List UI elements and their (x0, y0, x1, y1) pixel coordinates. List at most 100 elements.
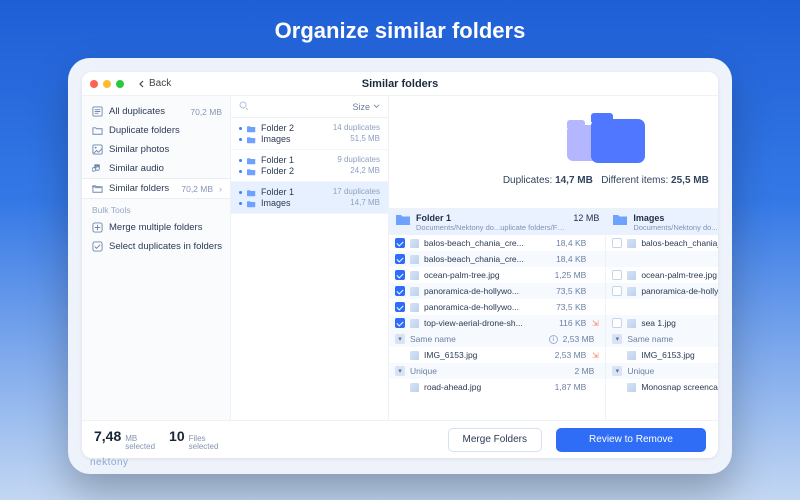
chevron-right-icon: › (219, 184, 222, 194)
file-row[interactable]: panoramica-de-hollywo...73,5 KB (389, 283, 605, 299)
file-name: IMG_6153.jpg (641, 350, 718, 360)
pair-dup-count: 17 duplicates (333, 187, 380, 196)
file-name: panoramica-de-hollywo... (424, 286, 551, 296)
group-same-name[interactable]: ▾Same namei2,53 MB (389, 331, 605, 347)
bulk-tool-merge-multiple-folders[interactable]: Merge multiple folders (82, 218, 230, 237)
caret-down-icon: ▾ (612, 334, 622, 344)
column-folder-path: Documents/Nektony do...uplicate folders/… (633, 223, 718, 232)
file-row[interactable]: balos-beach_chania_cre...18,4 KB (389, 251, 605, 267)
sort-label: Size (353, 102, 371, 112)
file-name: ocean-palm-tree.jpg (641, 270, 718, 280)
column-folder-name: Images (633, 213, 718, 223)
group-unique[interactable]: ▾Unique17,9 MB (606, 363, 718, 379)
sidebar-item-all-duplicates[interactable]: All duplicates70,2 MB (82, 102, 230, 121)
file-size: 116 KB (559, 318, 586, 328)
folder-pair[interactable]: Folder 19 duplicatesFolder 224,2 MB (231, 150, 388, 182)
sidebar-item-size: 70,2 MB (181, 184, 213, 194)
checkbox[interactable] (395, 318, 405, 328)
column-header: ImagesDocuments/Nektony do...uplicate fo… (606, 209, 718, 235)
pair-dup-count: 14 duplicates (333, 123, 380, 132)
bulk-tool-select-duplicates-in-folders[interactable]: Select duplicates in folders (82, 237, 230, 256)
checkbox[interactable] (612, 318, 622, 328)
file-row[interactable]: IMG_6153.jpg2,53 MB⇲ (389, 347, 605, 363)
file-size: 73,5 KB (556, 302, 586, 312)
sidebar-item-icon (92, 183, 103, 194)
stat-files: 10 Filesselected (169, 428, 218, 451)
file-thumb-icon (410, 319, 419, 328)
file-thumb-icon (410, 383, 419, 392)
file-row[interactable]: ocean-palm-tree.jpg1,25 MB (606, 267, 718, 283)
file-thumb-icon (627, 383, 636, 392)
group-size: 2,53 MB (563, 334, 595, 344)
folder-pair[interactable]: Folder 117 duplicatesImages14,7 MB (231, 182, 388, 214)
back-button[interactable]: Back (138, 78, 171, 89)
checkbox[interactable] (395, 238, 405, 248)
group-same-name[interactable]: ▾Same name3,04 MB (606, 331, 718, 347)
sidebar-item-similar-photos[interactable]: Similar photos (82, 140, 230, 159)
file-thumb-icon (627, 287, 636, 296)
close-icon[interactable] (90, 80, 98, 88)
file-row-empty (606, 251, 718, 267)
folder-pair[interactable]: Folder 214 duplicatesImages51,5 MB (231, 118, 388, 150)
pair-folder-a: Folder 2 (261, 123, 294, 133)
pair-folder-b: Images (261, 134, 291, 144)
traffic-lights[interactable] (90, 80, 124, 88)
sidebar-item-icon (92, 163, 103, 174)
file-row[interactable]: balos-beach_chania_cre...18,4 KB (606, 235, 718, 251)
stat-mb: 7,48 MBselected (94, 428, 155, 451)
file-row[interactable]: ocean-palm-tree.jpg1,25 MB (389, 267, 605, 283)
file-name: panoramica-de-hollywo... (641, 286, 718, 296)
pair-folder-a: Folder 1 (261, 187, 294, 197)
info-icon[interactable]: i (549, 335, 558, 344)
search-bar[interactable]: Size (231, 96, 388, 118)
file-row[interactable]: top-view-aerial-drone-sh...116 KB⇲ (389, 315, 605, 331)
sidebar-item-size: 70,2 MB (190, 107, 222, 117)
file-row[interactable]: IMG_6153.jpg3,04 MB (606, 347, 718, 363)
checkbox[interactable] (395, 270, 405, 280)
review-to-remove-button[interactable]: Review to Remove (556, 428, 706, 452)
sort-size-button[interactable]: Size (353, 102, 381, 112)
checkbox[interactable] (612, 286, 622, 296)
sidebar-item-duplicate-folders[interactable]: Duplicate folders (82, 121, 230, 140)
checkbox[interactable] (395, 254, 405, 264)
checkbox[interactable] (612, 270, 622, 280)
link-icon: ⇲ (591, 319, 599, 328)
pair-size: 14,7 MB (350, 198, 380, 207)
footer: 7,48 MBselected 10 Filesselected Merge F… (82, 420, 718, 458)
group-label: Same name (627, 334, 718, 344)
caret-down-icon: ▾ (395, 334, 405, 344)
file-name: road-ahead.jpg (424, 382, 550, 392)
merge-folders-button[interactable]: Merge Folders (448, 428, 542, 452)
group-size: 2 MB (574, 366, 594, 376)
file-row[interactable]: sea 1.jpg116 KB (606, 315, 718, 331)
file-row[interactable]: road-ahead.jpg1,87 MB (389, 379, 605, 395)
sidebar-item-similar-audio[interactable]: Similar audio (82, 159, 230, 178)
file-thumb-icon (410, 271, 419, 280)
checkbox[interactable] (395, 286, 405, 296)
checkbox[interactable] (612, 238, 622, 248)
bulk-tool-icon (92, 241, 103, 252)
file-size: 18,4 KB (556, 238, 586, 248)
checkbox[interactable] (395, 302, 405, 312)
column-folder-size: 12 MB (573, 213, 599, 223)
file-row[interactable]: panoramica-de-hollywo...73,5 KB (389, 299, 605, 315)
sidebar-item-similar-folders[interactable]: Similar folders70,2 MB› (82, 178, 230, 199)
device-frame: Back Similar folders All duplicates70,2 … (68, 58, 732, 474)
sidebar: All duplicates70,2 MB Duplicate folders Si… (82, 96, 231, 420)
file-row[interactable]: balos-beach_chania_cre...18,4 KB (389, 235, 605, 251)
minimize-icon[interactable] (103, 80, 111, 88)
file-row[interactable]: Monosnap screencast 2...6,72 MB (606, 379, 718, 395)
file-thumb-icon (410, 287, 419, 296)
pair-dup-count: 9 duplicates (337, 155, 380, 164)
compare-column-right: ImagesDocuments/Nektony do...uplicate fo… (606, 209, 718, 420)
zoom-icon[interactable] (116, 80, 124, 88)
folder-pair-list: Size Folder 214 duplicatesImages51,5 MBF… (231, 96, 389, 420)
group-unique[interactable]: ▾Unique2 MB (389, 363, 605, 379)
caret-down-icon: ▾ (395, 366, 405, 376)
sidebar-item-label: Duplicate folders (109, 125, 222, 136)
file-thumb-icon (627, 271, 636, 280)
back-label: Back (149, 78, 171, 89)
search-icon (239, 98, 249, 116)
file-row[interactable]: panoramica-de-hollywo...73,5 KB (606, 283, 718, 299)
file-thumb-icon (627, 319, 636, 328)
